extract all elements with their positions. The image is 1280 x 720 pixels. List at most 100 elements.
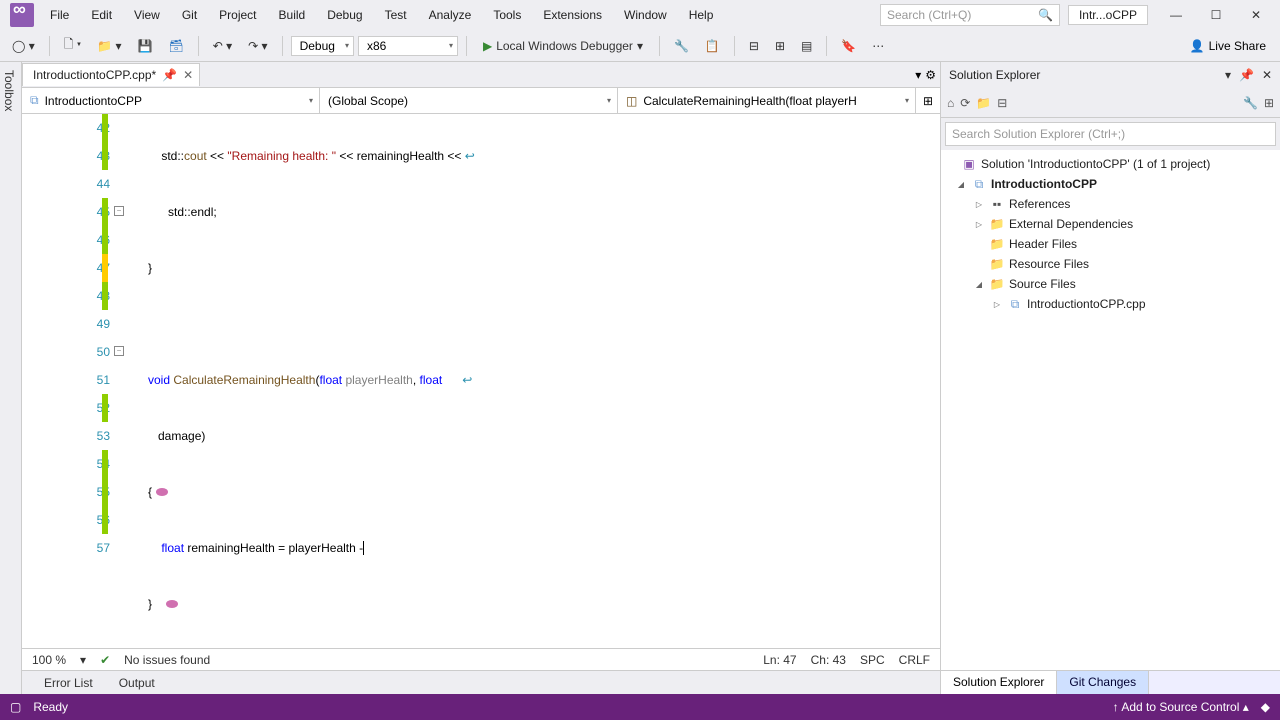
close-icon[interactable]: ✕ — [1236, 1, 1276, 29]
undo-button[interactable]: ↶ ▾ — [207, 35, 238, 57]
sol-tab-git[interactable]: Git Changes — [1057, 671, 1149, 694]
wrench-icon[interactable]: 🔧 — [1243, 96, 1258, 110]
toolbox-tab[interactable]: Toolbox — [0, 62, 22, 694]
sol-header: Solution Explorer ▾ 📌 ✕ — [941, 62, 1280, 88]
minimize-icon[interactable]: — — [1156, 1, 1196, 29]
pin-icon[interactable]: 📌 — [162, 68, 177, 82]
expander-icon[interactable]: ◢ — [973, 280, 985, 289]
menu-git[interactable]: Git — [172, 4, 207, 26]
folder-icon: 📁 — [989, 216, 1005, 232]
code-content[interactable]: std::cout << "Remaining health: " << rem… — [128, 114, 940, 648]
ready-text: Ready — [33, 700, 68, 714]
source-control-button[interactable]: ↑ Add to Source Control ▴ — [1113, 700, 1249, 714]
sol-close-icon[interactable]: ✕ — [1262, 68, 1272, 82]
split-icon[interactable]: ⊞ — [916, 88, 940, 113]
nav-project-combo[interactable]: ⧉ IntroductiontoCPP — [22, 88, 320, 113]
repo-icon[interactable]: ◆ — [1261, 700, 1270, 714]
issues-text: No issues found — [124, 653, 210, 667]
start-debug-button[interactable]: ▶ Local Windows Debugger ▾ — [475, 37, 651, 55]
header-files-node[interactable]: 📁 Header Files — [941, 234, 1280, 254]
references-icon: ▪▪ — [989, 196, 1005, 212]
tabs-dropdown-icon[interactable]: ▾ — [915, 68, 921, 82]
menu-bar: File Edit View Git Project Build Debug T… — [40, 4, 723, 26]
tabs-gear-icon[interactable]: ⚙ — [925, 68, 936, 82]
sol-toolbar: ⌂ ⟳ 📁 ⊟ 🔧 ⊞ — [941, 88, 1280, 118]
solution-tree[interactable]: ▣ Solution 'IntroductiontoCPP' (1 of 1 p… — [941, 150, 1280, 670]
live-share-button[interactable]: 👤 Live Share — [1182, 35, 1274, 57]
sol-dropdown-icon[interactable]: ▾ — [1225, 68, 1231, 82]
maximize-icon[interactable]: ☐ — [1196, 1, 1236, 29]
tool-btn-4[interactable]: ⊞ — [769, 35, 791, 57]
save-button[interactable]: 💾 — [132, 35, 159, 57]
menu-analyze[interactable]: Analyze — [419, 4, 482, 26]
menu-project[interactable]: Project — [209, 4, 266, 26]
config-combo[interactable]: Debug — [291, 36, 354, 56]
solution-icon: ▣ — [961, 156, 977, 172]
ok-icon: ✔ — [100, 653, 110, 667]
output-tab[interactable]: Output — [107, 672, 167, 694]
solution-node[interactable]: ▣ Solution 'IntroductiontoCPP' (1 of 1 p… — [941, 154, 1280, 174]
start-label: Local Windows Debugger — [496, 39, 633, 53]
source-files-node[interactable]: ◢ 📁 Source Files — [941, 274, 1280, 294]
tool-btn-5[interactable]: ▤ — [795, 35, 818, 57]
menu-edit[interactable]: Edit — [81, 4, 122, 26]
sol-tab-explorer[interactable]: Solution Explorer — [941, 671, 1057, 694]
expander-icon[interactable]: ◢ — [955, 180, 967, 189]
resource-files-node[interactable]: 📁 Resource Files — [941, 254, 1280, 274]
ext-label: External Dependencies — [1009, 217, 1133, 231]
menu-tools[interactable]: Tools — [483, 4, 531, 26]
new-button[interactable]: 🗋 ▾ — [58, 31, 87, 60]
tool-btn-6[interactable]: ⋯ — [866, 35, 890, 57]
menu-window[interactable]: Window — [614, 4, 677, 26]
menu-build[interactable]: Build — [269, 4, 316, 26]
project-node[interactable]: ◢ ⧉ IntroductiontoCPP — [941, 174, 1280, 194]
code-editor[interactable]: 42 43 44 45− 46 47 48 49 50− 51 52 53 54… — [22, 114, 940, 648]
external-deps-node[interactable]: ▷ 📁 External Dependencies — [941, 214, 1280, 234]
menu-extensions[interactable]: Extensions — [533, 4, 612, 26]
sol-tool-3[interactable]: ⊟ — [997, 96, 1007, 110]
menu-help[interactable]: Help — [679, 4, 724, 26]
editor-status: 100 % ▾ ✔ No issues found Ln: 47 Ch: 43 … — [22, 648, 940, 670]
tab-title: IntroductiontoCPP.cpp* — [33, 68, 156, 82]
zoom-level[interactable]: 100 % — [32, 653, 66, 667]
sol-tool-2[interactable]: 📁 — [976, 96, 991, 110]
open-button[interactable]: 📁 ▾ — [91, 35, 127, 57]
home-icon[interactable]: ⌂ — [947, 96, 954, 110]
expander-icon[interactable]: ▷ — [973, 200, 985, 209]
references-node[interactable]: ▷ ▪▪ References — [941, 194, 1280, 214]
sol-search-input[interactable]: Search Solution Explorer (Ctrl+;) — [945, 122, 1276, 146]
crlf-status: CRLF — [899, 653, 930, 667]
res-label: Resource Files — [1009, 257, 1089, 271]
tool-btn-2[interactable]: 📋 — [699, 35, 726, 57]
search-input[interactable]: Search (Ctrl+Q) 🔍 — [880, 4, 1060, 26]
save-all-button[interactable]: 🗃 — [163, 35, 190, 57]
platform-combo[interactable]: x86 — [358, 36, 458, 56]
cpp-icon: ⧉ — [30, 93, 39, 108]
menu-debug[interactable]: Debug — [317, 4, 372, 26]
tab-close-icon[interactable]: ✕ — [183, 68, 193, 82]
project-badge[interactable]: Intr...oCPP — [1068, 5, 1148, 25]
sol-pin-icon[interactable]: 📌 — [1239, 68, 1254, 82]
error-list-tab[interactable]: Error List — [32, 672, 105, 694]
cpp-file-label: IntroductiontoCPP.cpp — [1027, 297, 1146, 311]
sol-tool-1[interactable]: ⟳ — [960, 96, 970, 110]
menu-file[interactable]: File — [40, 4, 79, 26]
tool-btn-1[interactable]: 🔧 — [668, 35, 695, 57]
back-button[interactable]: ◯ ▾ — [6, 35, 41, 57]
project-label: IntroductiontoCPP — [991, 177, 1097, 191]
tool-btn-3[interactable]: ⊟ — [743, 35, 765, 57]
bookmark-icon[interactable]: 🔖 — [835, 35, 862, 57]
nav-member-combo[interactable]: ◫ CalculateRemainingHealth(float playerH — [618, 88, 916, 113]
expander-icon[interactable]: ▷ — [973, 220, 985, 229]
nav-scope-combo[interactable]: (Global Scope) — [320, 88, 618, 113]
references-label: References — [1009, 197, 1070, 211]
menu-view[interactable]: View — [124, 4, 170, 26]
menu-test[interactable]: Test — [375, 4, 417, 26]
cpp-file-node[interactable]: ▷ ⧉ IntroductiontoCPP.cpp — [941, 294, 1280, 314]
sol-tool-4[interactable]: ⊞ — [1264, 96, 1274, 110]
doc-tab-active[interactable]: IntroductiontoCPP.cpp* 📌 ✕ — [22, 63, 200, 86]
expander-icon[interactable]: ▷ — [991, 300, 1003, 309]
redo-button[interactable]: ↷ ▾ — [242, 35, 273, 57]
project-icon: ⧉ — [971, 176, 987, 192]
hdr-label: Header Files — [1009, 237, 1077, 251]
